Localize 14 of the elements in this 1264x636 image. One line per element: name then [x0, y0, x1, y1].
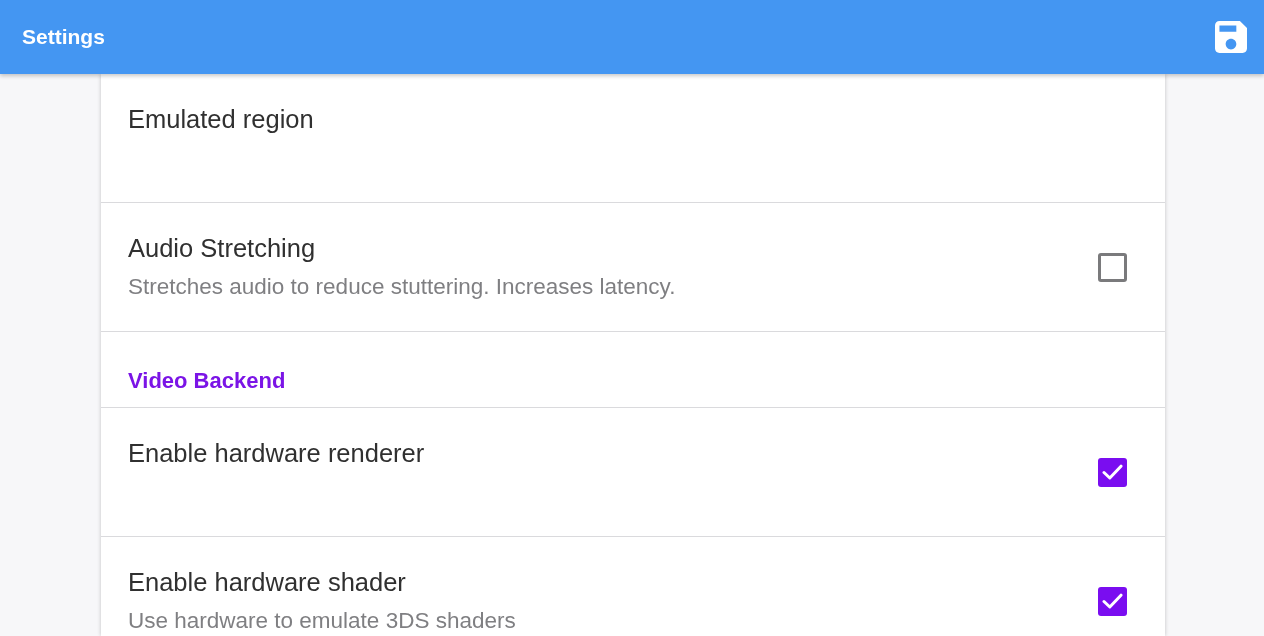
setting-description: Use hardware to emulate 3DS shaders [128, 609, 516, 633]
setting-title[interactable]: Enable hardware shader [128, 567, 406, 597]
app-bar-title: Settings [22, 24, 105, 50]
checkbox[interactable] [1098, 586, 1127, 616]
checkbox[interactable] [1098, 457, 1127, 487]
checkmark-icon [1102, 593, 1123, 609]
checkmark-icon [1102, 464, 1123, 480]
setting-description: Stretches audio to reduce stuttering. Increases latency. [128, 275, 676, 299]
setting-title[interactable]: Audio Stretching [128, 233, 316, 263]
setting-title[interactable]: Emulated region [128, 104, 314, 134]
save-icon[interactable] [1215, 21, 1247, 53]
setting-title[interactable]: Enable hardware renderer [128, 438, 425, 468]
checkbox[interactable] [1098, 252, 1127, 282]
section-header: Video Backend [128, 367, 286, 395]
